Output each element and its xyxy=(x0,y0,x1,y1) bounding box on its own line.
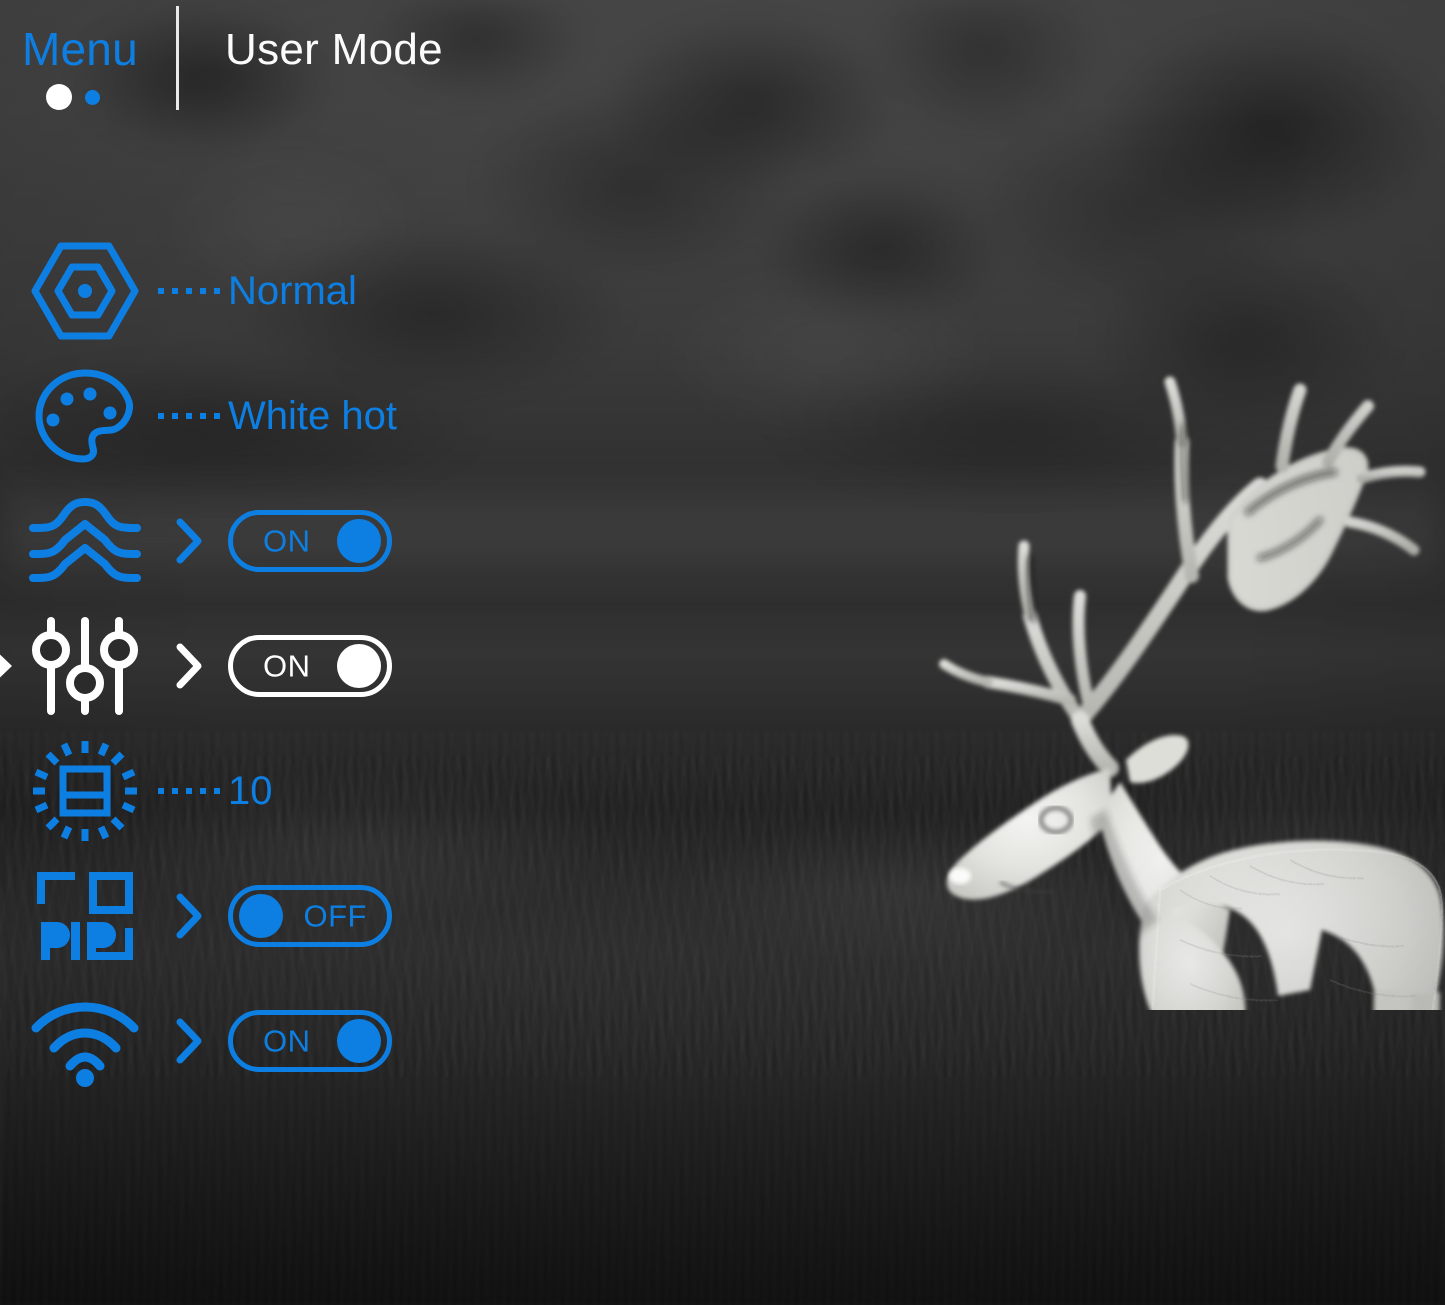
dotted-connector xyxy=(158,287,220,294)
chevron-right-icon xyxy=(158,517,220,565)
menu-row-wifi[interactable]: ON xyxy=(0,978,440,1103)
dotted-connector xyxy=(158,412,220,419)
pip-icon xyxy=(30,864,140,968)
selection-arrow-icon xyxy=(0,640,12,691)
palette-value[interactable]: White hot xyxy=(228,396,397,436)
deer-subject xyxy=(930,290,1445,1010)
menu-label[interactable]: Menu xyxy=(22,26,138,72)
toggle-state-label: OFF xyxy=(303,898,367,933)
toggle-knob xyxy=(337,1018,381,1063)
brightness-value[interactable]: 10 xyxy=(228,771,273,811)
scene-mode-value[interactable]: Normal xyxy=(228,271,357,311)
menu-row-brightness[interactable]: 10 xyxy=(0,728,440,853)
page-dot-2[interactable] xyxy=(85,89,100,105)
image-adjust-sliders-icon xyxy=(30,614,140,718)
page-title: User Mode xyxy=(225,25,443,74)
chevron-right-icon xyxy=(158,1017,220,1065)
toggle-state-label: ON xyxy=(263,648,311,683)
image-detail-toggle[interactable]: ON xyxy=(228,509,392,572)
page-dot-1[interactable] xyxy=(46,84,72,110)
toggle-knob xyxy=(239,893,283,938)
page-indicator-dots xyxy=(46,84,100,110)
thermal-viewfinder-screen: Menu User Mode Normal White hot ON ON 10… xyxy=(0,0,1445,1305)
brightness-icon xyxy=(30,739,140,843)
header-divider xyxy=(176,6,179,110)
chevron-right-icon xyxy=(158,642,220,690)
menu-row-picture-in-picture[interactable]: OFF xyxy=(0,853,440,978)
toggle-state-label: ON xyxy=(263,523,311,558)
menu-row-scene-mode[interactable]: Normal xyxy=(0,228,440,353)
menu-list: Normal White hot ON ON 10 OFF ON xyxy=(0,228,440,1103)
pip-toggle[interactable]: OFF xyxy=(228,884,392,947)
menu-header: Menu User Mode xyxy=(0,0,520,120)
wifi-toggle[interactable]: ON xyxy=(228,1009,392,1072)
scene-mode-hexagon-icon xyxy=(30,239,140,343)
toggle-knob xyxy=(337,518,381,563)
image-adjustment-toggle[interactable]: ON xyxy=(228,634,392,697)
wifi-icon xyxy=(30,989,140,1093)
menu-row-image-detail[interactable]: ON xyxy=(0,478,440,603)
menu-row-image-adjustment[interactable]: ON xyxy=(0,603,440,728)
chevron-right-icon xyxy=(158,892,220,940)
toggle-knob xyxy=(337,643,381,688)
toggle-state-label: ON xyxy=(263,1023,311,1058)
palette-icon xyxy=(30,364,140,468)
menu-row-color-palette[interactable]: White hot xyxy=(0,353,440,478)
image-detail-waves-icon xyxy=(29,489,141,593)
dotted-connector xyxy=(158,787,220,794)
